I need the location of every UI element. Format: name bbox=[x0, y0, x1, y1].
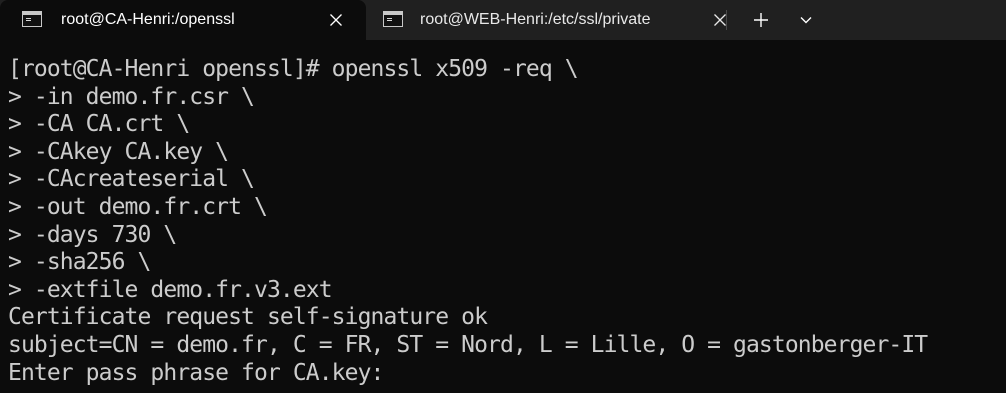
close-icon bbox=[330, 14, 342, 26]
terminal-icon bbox=[383, 11, 403, 27]
terminal-line: > -out demo.fr.crt \ bbox=[8, 193, 268, 220]
terminal-line: subject=CN = demo.fr, C = FR, ST = Nord,… bbox=[8, 331, 928, 358]
terminal-line: > -sha256 \ bbox=[8, 249, 151, 276]
terminal-window: root@CA-Henri:/openssl root@WEB-Henri:/e… bbox=[0, 0, 1006, 393]
tab-divider bbox=[726, 10, 727, 30]
tab-bar: root@CA-Henri:/openssl root@WEB-Henri:/e… bbox=[0, 0, 1006, 40]
plus-icon bbox=[754, 13, 768, 27]
tab-web-henri[interactable]: root@WEB-Henri:/etc/ssl/private bbox=[366, 0, 726, 40]
terminal-line: > -CAkey CA.key \ bbox=[8, 138, 229, 165]
terminal-line: > -days 730 \ bbox=[8, 221, 177, 248]
tab-ca-henri[interactable]: root@CA-Henri:/openssl bbox=[0, 0, 366, 40]
close-tab-button[interactable] bbox=[708, 8, 732, 32]
terminal-line: > -in demo.fr.csr \ bbox=[8, 83, 255, 110]
close-icon bbox=[714, 14, 726, 26]
tab-title: root@WEB-Henri:/etc/ssl/private bbox=[420, 11, 651, 28]
terminal-line: Certificate request self-signature ok bbox=[8, 304, 488, 331]
terminal-line: Enter pass phrase for CA.key: bbox=[8, 359, 384, 386]
chevron-down-icon bbox=[800, 17, 812, 24]
new-tab-button[interactable] bbox=[746, 6, 776, 34]
terminal-icon bbox=[22, 11, 42, 27]
terminal-line: > -CAcreateserial \ bbox=[8, 166, 255, 193]
terminal-line: > -extfile demo.fr.v3.ext bbox=[8, 276, 333, 303]
terminal-line: > -CA CA.crt \ bbox=[8, 111, 190, 138]
terminal-line: [root@CA-Henri openssl]# openssl x509 -r… bbox=[8, 56, 579, 82]
tab-dropdown-button[interactable] bbox=[791, 6, 821, 34]
terminal-output[interactable]: [root@CA-Henri openssl]# openssl x509 -r… bbox=[8, 56, 1004, 387]
close-tab-button[interactable] bbox=[324, 8, 348, 32]
tab-title: root@CA-Henri:/openssl bbox=[61, 11, 235, 28]
